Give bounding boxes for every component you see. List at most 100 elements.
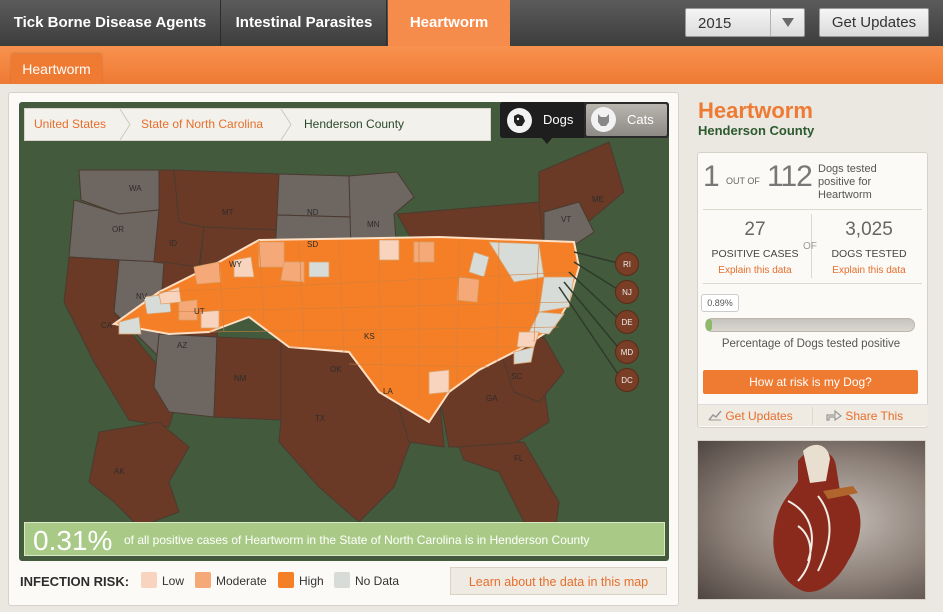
county-moderate[interactable]: [456, 276, 480, 303]
card-footer: Get Updates Share This: [698, 404, 928, 426]
county-low[interactable]: [428, 369, 450, 395]
get-updates-link-label: Get Updates: [725, 409, 793, 423]
explain-dogs-tested-link[interactable]: Explain this data: [815, 265, 923, 276]
state-label-az: AZ: [177, 341, 188, 350]
disease-title: Heartworm: [698, 98, 813, 123]
state-ak[interactable]: [88, 421, 190, 528]
breadcrumb-separator-icon: [280, 109, 292, 140]
toggle-dogs-label: Dogs: [543, 112, 574, 127]
toggle-pointer-icon: [541, 137, 553, 144]
legend-title: INFECTION RISK:: [20, 574, 130, 589]
state-nm[interactable]: [213, 336, 285, 421]
subtab-heartworm[interactable]: Heartworm: [11, 54, 102, 84]
state-label-mt: MT: [222, 208, 234, 217]
legend-swatch-high: [278, 572, 294, 588]
county-nodata[interactable]: [308, 261, 330, 278]
state-label-sd: SD: [307, 240, 319, 249]
small-state-md[interactable]: MD: [615, 340, 639, 364]
legend-label-moderate: Moderate: [216, 574, 267, 588]
how-at-risk-button[interactable]: How at risk is my Dog?: [703, 370, 918, 394]
legend-label-high: High: [299, 574, 324, 588]
legend-label-low: Low: [162, 574, 185, 588]
small-state-ri[interactable]: RI: [615, 252, 639, 276]
state-label-ca: CA: [101, 321, 113, 330]
breadcrumb: United States State of North Carolina He…: [24, 108, 491, 141]
year-dropdown-toggle[interactable]: [770, 9, 804, 36]
state-label-wy: WY: [229, 260, 242, 269]
toggle-cats[interactable]: Cats: [586, 104, 667, 136]
share-this-link[interactable]: Share This: [826, 409, 903, 423]
get-updates-link[interactable]: Get Updates: [708, 409, 793, 423]
learn-about-data-button[interactable]: Learn about the data in this map: [450, 567, 667, 595]
divider: [703, 283, 922, 284]
state-label-ga: GA: [486, 394, 498, 403]
divider: [812, 407, 813, 425]
state-label-mn: MN: [367, 220, 380, 229]
top-nav: Tick Borne Disease Agents Intestinal Par…: [0, 0, 943, 46]
county-share-percent: 0.31%: [33, 525, 113, 556]
heartworm-heart-image: [697, 440, 926, 600]
county-moderate[interactable]: [258, 241, 285, 268]
county-subtitle: Henderson County: [698, 123, 815, 138]
chevron-down-icon: [782, 18, 794, 27]
percent-positive-bubble: 0.89%: [701, 294, 739, 312]
state-label-id: ID: [169, 239, 177, 248]
state-label-sc: SC: [511, 372, 523, 381]
toggle-cats-label: Cats: [627, 112, 654, 127]
county-moderate[interactable]: [413, 241, 435, 263]
state-label-ok: OK: [330, 365, 342, 374]
county-nodata[interactable]: [538, 276, 575, 313]
legend-swatch-low: [141, 572, 157, 588]
state-label-wa: WA: [129, 184, 142, 193]
small-state-de[interactable]: DE: [615, 310, 639, 334]
legend-swatch-moderate: [195, 572, 211, 588]
divider: [703, 209, 922, 210]
share-this-link-label: Share This: [845, 409, 904, 423]
state-label-la: LA: [383, 387, 393, 396]
ratio-description: Dogs tested positive for Heartworm: [818, 163, 877, 201]
breadcrumb-north-carolina[interactable]: State of North Carolina: [141, 109, 263, 140]
get-updates-button[interactable]: Get Updates: [819, 8, 929, 37]
legend-swatch-no-data: [334, 572, 350, 588]
year-select[interactable]: 2015: [685, 8, 805, 37]
tab-intestinal-parasites[interactable]: Intestinal Parasites: [222, 0, 387, 46]
state-label-nm: NM: [234, 374, 247, 383]
small-state-nj[interactable]: NJ: [615, 280, 639, 304]
toggle-dogs[interactable]: Dogs: [500, 102, 584, 138]
sub-nav-bar: [0, 46, 943, 84]
percent-positive-label: Percentage of Dogs tested positive: [721, 338, 901, 350]
dogs-tested-label: DOGS TESTED: [831, 248, 907, 260]
tab-heartworm[interactable]: Heartworm: [388, 0, 510, 46]
state-label-or: OR: [112, 225, 124, 234]
chart-icon: [708, 410, 722, 421]
state-label-tx: TX: [315, 414, 326, 423]
state-mt[interactable]: [173, 169, 280, 231]
cat-icon: [591, 107, 616, 132]
state-label-fl: FL: [514, 454, 524, 463]
state-label-nd: ND: [307, 208, 319, 217]
dog-icon: [507, 108, 532, 133]
small-state-dc[interactable]: DC: [615, 368, 639, 392]
state-label-vt: VT: [561, 215, 572, 224]
legend-label-no-data: No Data: [355, 574, 400, 588]
state-label-ak: AK: [114, 467, 125, 476]
state-label-me: ME: [592, 195, 604, 204]
explain-positive-cases-link[interactable]: Explain this data: [703, 265, 807, 276]
county-share-banner: 0.31% of all positive cases of Heartworm…: [24, 522, 665, 556]
breadcrumb-henderson-county: Henderson County: [304, 117, 405, 131]
positive-cases-value: 27: [744, 219, 766, 240]
positive-cases-label: POSITIVE CASES: [711, 248, 799, 260]
county-share-text: of all positive cases of Heartworm in th…: [124, 533, 590, 547]
breadcrumb-united-states[interactable]: United States: [34, 109, 106, 140]
ratio-out-of: OUT OF: [726, 176, 760, 186]
percent-positive-bar: [705, 318, 915, 332]
percent-positive-bar-fill: [706, 319, 712, 331]
us-map[interactable]: [19, 102, 669, 561]
tab-tick-borne[interactable]: Tick Borne Disease Agents: [0, 0, 221, 46]
map-area[interactable]: WA OR CA NV ID MT WY UT AZ NM ND SD MN T…: [19, 102, 669, 561]
ratio-denominator: 112: [767, 160, 813, 193]
species-toggle: Dogs Cats: [500, 102, 669, 138]
county-low[interactable]: [378, 239, 400, 261]
ratio-numerator: 1: [703, 160, 720, 193]
state-label-ut: UT: [194, 307, 205, 316]
